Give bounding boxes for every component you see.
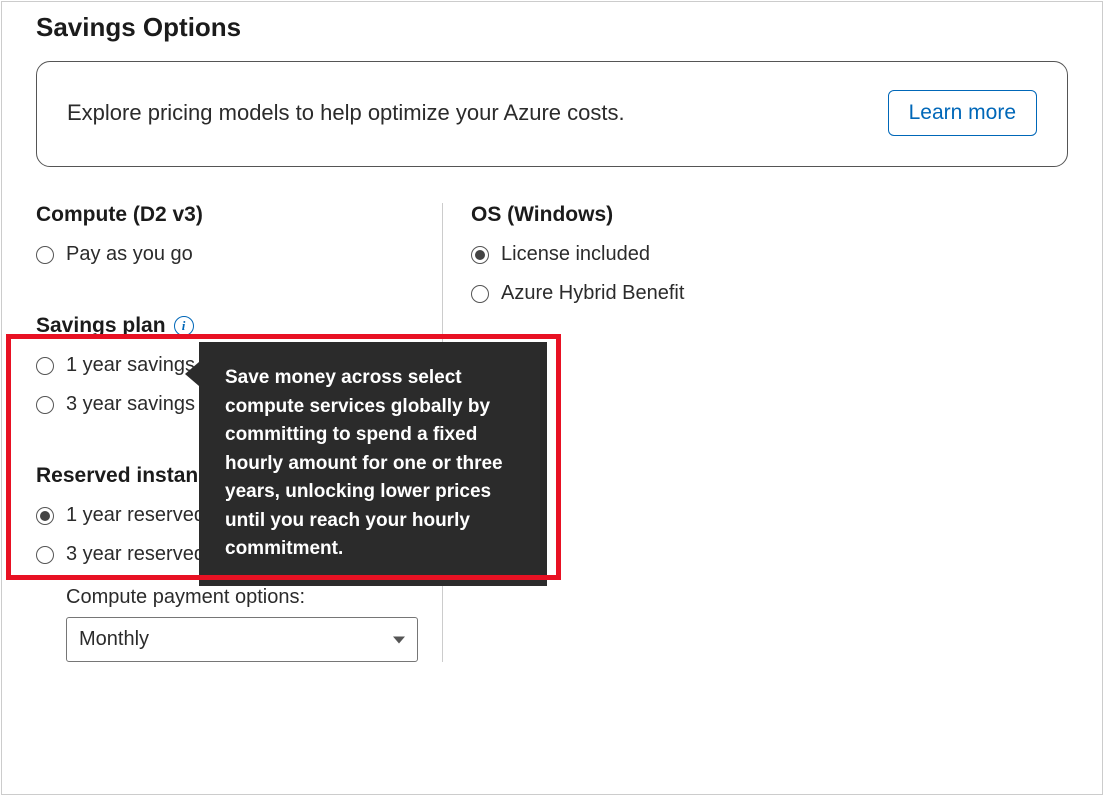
chevron-down-icon (393, 636, 405, 643)
radio-label: Pay as you go (66, 243, 193, 266)
radio-icon (36, 507, 54, 525)
radio-icon (471, 246, 489, 264)
payment-options-label: Compute payment options: (66, 586, 414, 609)
savings-plan-tooltip: Save money across select compute service… (199, 342, 547, 586)
radio-label: Azure Hybrid Benefit (501, 282, 684, 305)
payment-select-value: Monthly (79, 628, 149, 650)
radio-pay-as-you-go[interactable]: Pay as you go (36, 243, 414, 266)
radio-azure-hybrid-benefit[interactable]: Azure Hybrid Benefit (471, 282, 1068, 305)
savings-plan-heading: Savings plan i (36, 314, 414, 338)
compute-heading-text: Compute (D2 v3) (36, 203, 203, 227)
radio-label: License included (501, 243, 650, 266)
radio-icon (36, 246, 54, 264)
compute-heading: Compute (D2 v3) (36, 203, 414, 227)
banner-text: Explore pricing models to help optimize … (67, 100, 625, 126)
learn-more-button[interactable]: Learn more (888, 90, 1037, 136)
reserved-heading-text: Reserved instan (36, 464, 198, 488)
os-heading-text: OS (Windows) (471, 203, 613, 227)
radio-icon (36, 546, 54, 564)
radio-icon (36, 357, 54, 375)
radio-license-included[interactable]: License included (471, 243, 1068, 266)
info-icon[interactable]: i (174, 316, 194, 336)
payment-select-wrap: Monthly (66, 617, 418, 662)
savings-plan-heading-text: Savings plan (36, 314, 166, 338)
page-title: Savings Options (36, 12, 1068, 43)
os-heading: OS (Windows) (471, 203, 1068, 227)
savings-options-panel: Savings Options Explore pricing models t… (1, 1, 1103, 795)
radio-icon (36, 396, 54, 414)
columns-region: Compute (D2 v3) Pay as you go Savings pl… (36, 203, 1068, 662)
explore-banner: Explore pricing models to help optimize … (36, 61, 1068, 167)
radio-icon (471, 285, 489, 303)
radio-label: 3 year savings p (66, 393, 212, 416)
payment-select[interactable]: Monthly (66, 617, 418, 662)
